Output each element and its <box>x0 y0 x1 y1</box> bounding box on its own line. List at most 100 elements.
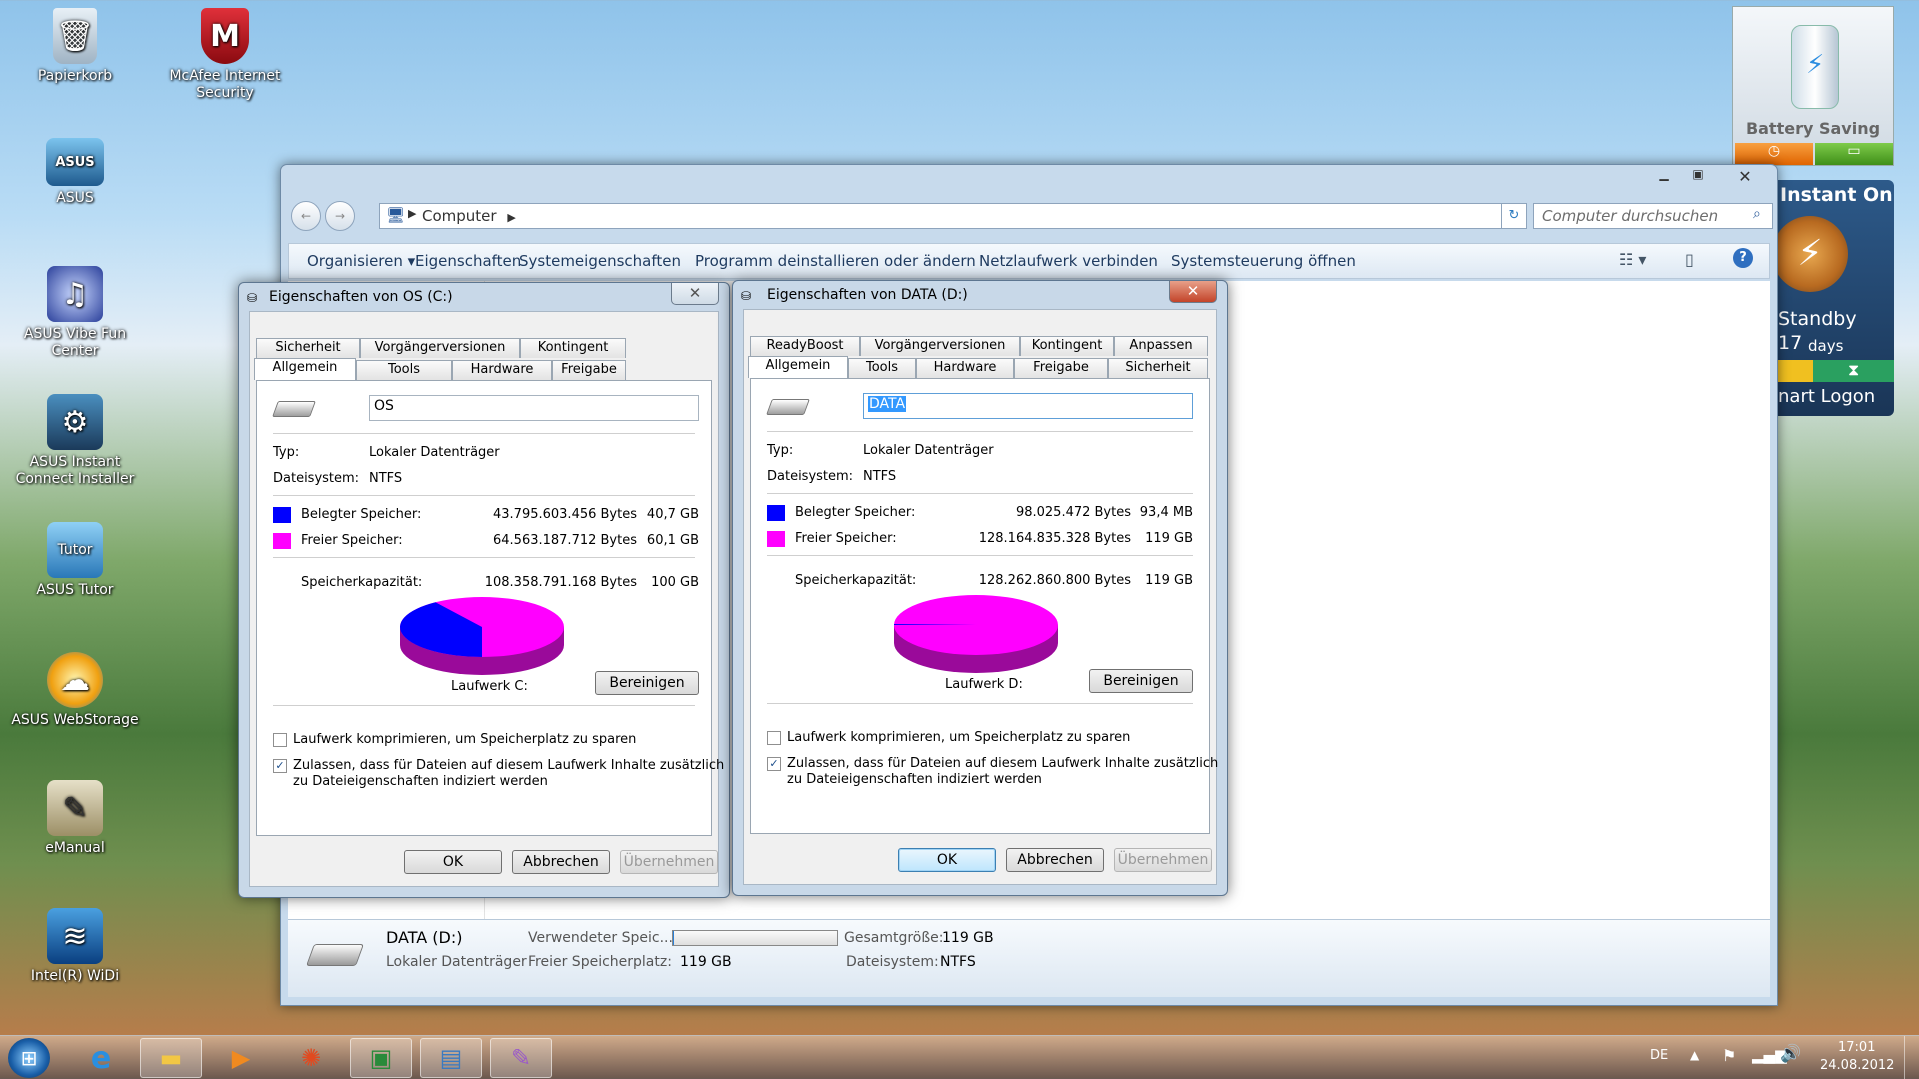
instant-connect-icon: ⚙ <box>47 394 103 450</box>
tab-security[interactable]: Sicherheit <box>256 338 360 358</box>
brush-icon[interactable]: ✎ <box>490 1038 552 1078</box>
language-indicator[interactable]: DE <box>1650 1048 1668 1063</box>
cmd-properties[interactable]: Eigenschaften <box>415 252 521 270</box>
desktop-icon-emanual[interactable]: ✎ eManual <box>0 780 150 857</box>
clock-time[interactable]: 17:01 <box>1838 1040 1875 1055</box>
cancel-button[interactable]: Abbrechen <box>1006 848 1104 872</box>
cmd-system-properties[interactable]: Systemeigenschaften <box>519 252 681 270</box>
volume-name-input[interactable]: OS <box>369 395 699 421</box>
volume-icon[interactable]: 🔊 <box>1780 1044 1801 1064</box>
cmd-control-panel[interactable]: Systemsteuerung öffnen <box>1171 252 1356 270</box>
tab-quota[interactable]: Kontingent <box>1020 336 1114 356</box>
used-label: Belegter Speicher: <box>301 507 422 522</box>
tab-previous-versions[interactable]: Vorgängerversionen <box>360 338 520 358</box>
address-bar[interactable]: 🖥 ▶ Computer ▶ ▼ <box>379 203 1519 229</box>
tab-general[interactable]: Allgemein <box>748 356 848 378</box>
instant-on-gadget[interactable]: Instant On ⚡ Standby 17 days ⧗ nart Logo… <box>1772 180 1894 416</box>
details-used-label: Verwendeter Speic... <box>528 930 673 946</box>
show-hidden-icons-icon[interactable]: ▲ <box>1690 1048 1699 1062</box>
apply-button[interactable]: Übernehmen <box>1114 848 1212 872</box>
clock-date[interactable]: 24.08.2012 <box>1820 1058 1894 1073</box>
forward-button[interactable]: → <box>325 201 355 231</box>
cancel-button[interactable]: Abbrechen <box>512 850 610 874</box>
filesystem-label: Dateisystem: <box>273 471 360 486</box>
battery-mode-green-button[interactable]: ▭ <box>1815 143 1893 165</box>
search-icon: ⌕ <box>1753 206 1761 222</box>
tab-sharing[interactable]: Freigabe <box>1014 358 1108 378</box>
action-center-flag-icon[interactable]: ⚑ <box>1722 1046 1736 1065</box>
cmd-organize[interactable]: Organisieren ▾ <box>307 252 415 270</box>
tab-quota[interactable]: Kontingent <box>520 338 626 358</box>
battery-saving-gadget[interactable]: ⚡ Battery Saving ◷ ▭ <box>1732 6 1894 166</box>
preview-pane-icon[interactable]: ▯ <box>1685 250 1694 269</box>
desktop-icon-instant-connect[interactable]: ⚙ ASUS Instant Connect Installer <box>0 394 150 488</box>
desktop-icon-label: ASUS Tutor <box>36 582 114 598</box>
desktop-icon-label: McAfee Internet Security <box>169 68 281 101</box>
index-checkbox[interactable]: ✓ <box>273 759 287 773</box>
breadcrumb-computer[interactable]: Computer <box>422 207 497 225</box>
media-player-icon[interactable]: ▶ <box>210 1038 272 1078</box>
minimize-button[interactable]: ▁ <box>1649 167 1679 181</box>
compress-label: Laufwerk komprimieren, um Speicherplatz … <box>787 730 1131 745</box>
standby-progress: ⧗ <box>1778 360 1894 382</box>
cleanup-button[interactable]: Bereinigen <box>1089 669 1193 693</box>
cleanup-button[interactable]: Bereinigen <box>595 671 699 695</box>
tab-customize[interactable]: Anpassen <box>1114 336 1208 356</box>
free-label: Freier Speicher: <box>795 531 897 546</box>
control-panel-icon[interactable]: ▤ <box>420 1038 482 1078</box>
apply-button[interactable]: Übernehmen <box>620 850 718 874</box>
ok-button[interactable]: OK <box>898 848 996 872</box>
refresh-button[interactable]: ↻ <box>1501 203 1527 229</box>
cmd-map-drive[interactable]: Netzlaufwerk verbinden <box>979 252 1158 270</box>
close-button[interactable]: ✕ <box>1727 167 1763 186</box>
tab-hardware[interactable]: Hardware <box>452 360 552 380</box>
used-color-swatch <box>767 505 785 521</box>
dialog-title: Eigenschaften von OS (C:) <box>269 289 453 305</box>
explorer-folder-icon[interactable]: ▬ <box>140 1038 202 1078</box>
desktop-icon-webstorage[interactable]: ☁ ASUS WebStorage <box>0 652 150 729</box>
drive-icon <box>305 944 365 966</box>
battery-mode-orange-button[interactable]: ◷ <box>1735 143 1813 165</box>
help-icon[interactable]: ? <box>1733 248 1753 268</box>
dialog-close-button[interactable]: ✕ <box>1169 281 1217 303</box>
drive-small-icon: ⛁ <box>741 289 752 303</box>
tab-tools[interactable]: Tools <box>356 360 452 380</box>
tab-previous-versions[interactable]: Vorgängerversionen <box>860 336 1020 356</box>
vibe-icon: ♫ <box>47 266 103 322</box>
capacity-label: Speicherkapazität: <box>301 575 423 590</box>
tab-readyboost[interactable]: ReadyBoost <box>750 336 860 356</box>
show-desktop-button[interactable] <box>1904 1036 1918 1079</box>
tab-tools[interactable]: Tools <box>848 358 916 378</box>
desktop-icon-vibe[interactable]: ♫ ASUS Vibe Fun Center <box>0 266 150 360</box>
tab-general[interactable]: Allgemein <box>254 358 356 380</box>
dialog-close-button[interactable]: ✕ <box>671 283 719 305</box>
internet-explorer-icon[interactable]: e <box>70 1038 132 1078</box>
details-free-label: Freier Speicherplatz: <box>528 954 672 970</box>
tab-hardware[interactable]: Hardware <box>916 358 1014 378</box>
desktop-icon-tutor[interactable]: Tutor ASUS Tutor <box>0 522 150 599</box>
cmd-uninstall[interactable]: Programm deinstallieren oder ändern <box>695 252 976 270</box>
capacity-label: Speicherkapazität: <box>795 573 917 588</box>
index-checkbox[interactable]: ✓ <box>767 757 781 771</box>
view-options-icon[interactable]: ☷ ▾ <box>1619 250 1646 269</box>
start-orb-icon[interactable]: ⊞ <box>8 1038 50 1078</box>
breadcrumb-arrow-icon: ▶ <box>408 207 417 220</box>
monitor-icon[interactable]: ▣ <box>350 1038 412 1078</box>
desktop-icon-widi[interactable]: ≋ Intel(R) WiDi <box>0 908 150 985</box>
desktop-icon-asus[interactable]: ASUS ASUS <box>0 138 150 207</box>
tab-sharing[interactable]: Freigabe <box>552 360 626 380</box>
maximize-button[interactable]: ▣ <box>1683 167 1713 181</box>
desktop-icon-recycle-bin[interactable]: 🗑 Papierkorb <box>0 8 150 85</box>
compress-label: Laufwerk komprimieren, um Speicherplatz … <box>293 732 637 747</box>
volume-name-input[interactable]: DATA <box>863 393 1193 419</box>
tab-security[interactable]: Sicherheit <box>1108 358 1208 378</box>
used-gb: 93,4 MB <box>1139 505 1193 520</box>
paint-icon[interactable]: ✺ <box>280 1038 342 1078</box>
compress-checkbox[interactable] <box>767 731 781 745</box>
search-input[interactable]: Computer durchsuchen <box>1533 203 1773 229</box>
ok-button[interactable]: OK <box>404 850 502 874</box>
back-button[interactable]: ← <box>291 201 321 231</box>
compress-checkbox[interactable] <box>273 733 287 747</box>
desktop-icon-mcafee[interactable]: M McAfee Internet Security <box>150 8 300 102</box>
desktop-icon-label: ASUS <box>56 190 94 206</box>
